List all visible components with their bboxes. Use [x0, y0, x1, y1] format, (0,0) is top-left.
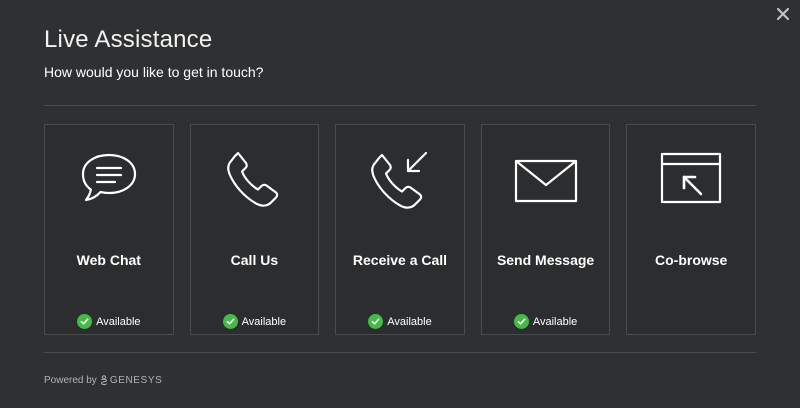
status-text: Available [96, 315, 141, 328]
status-available: Available [336, 314, 464, 329]
option-co-browse[interactable]: Co-browse [626, 124, 756, 335]
option-web-chat[interactable]: Web Chat Available [44, 124, 174, 335]
live-assistance-dialog: Live Assistance How would you like to ge… [0, 0, 800, 408]
dialog-subtitle: How would you like to get in touch? [44, 64, 264, 80]
status-available: Available [45, 314, 173, 329]
co-browse-icon [661, 152, 722, 204]
incoming-call-icon [371, 151, 428, 209]
status-available: Available [482, 314, 610, 329]
close-button[interactable] [775, 6, 791, 22]
status-text: Available [532, 315, 578, 328]
status-text: Available [387, 315, 432, 328]
close-icon[interactable] [777, 8, 789, 20]
powered-by-text: Powered by [44, 375, 97, 386]
status-text: Available [241, 315, 287, 328]
option-label: Co-browse [655, 252, 728, 268]
brand-name: GENESYS [109, 375, 163, 386]
check-circle-icon [368, 314, 384, 329]
check-circle-icon [77, 314, 93, 329]
footer: Powered by GENESYS [44, 375, 162, 386]
option-label: Web Chat [76, 252, 141, 268]
contact-options: Web Chat Available Call Us Available Rec… [44, 124, 756, 335]
phone-icon [227, 151, 279, 207]
check-circle-icon [222, 314, 238, 329]
option-label: Call Us [230, 252, 279, 268]
option-send-message[interactable]: Send Message Available [480, 124, 611, 335]
check-circle-icon [513, 314, 529, 329]
divider-bottom [44, 352, 756, 353]
status-available: Available [191, 314, 319, 329]
genesys-logo-icon [100, 375, 107, 386]
option-label: Send Message [496, 252, 595, 268]
brand: GENESYS [100, 375, 163, 386]
option-receive-a-call[interactable]: Receive a Call Available [335, 124, 465, 335]
divider-top [44, 105, 756, 106]
option-label: Receive a Call [352, 252, 448, 268]
option-call-us[interactable]: Call Us Available [189, 124, 320, 335]
dialog-title: Live Assistance [44, 26, 213, 53]
chat-bubble-icon [81, 153, 136, 202]
envelope-icon [514, 159, 577, 203]
